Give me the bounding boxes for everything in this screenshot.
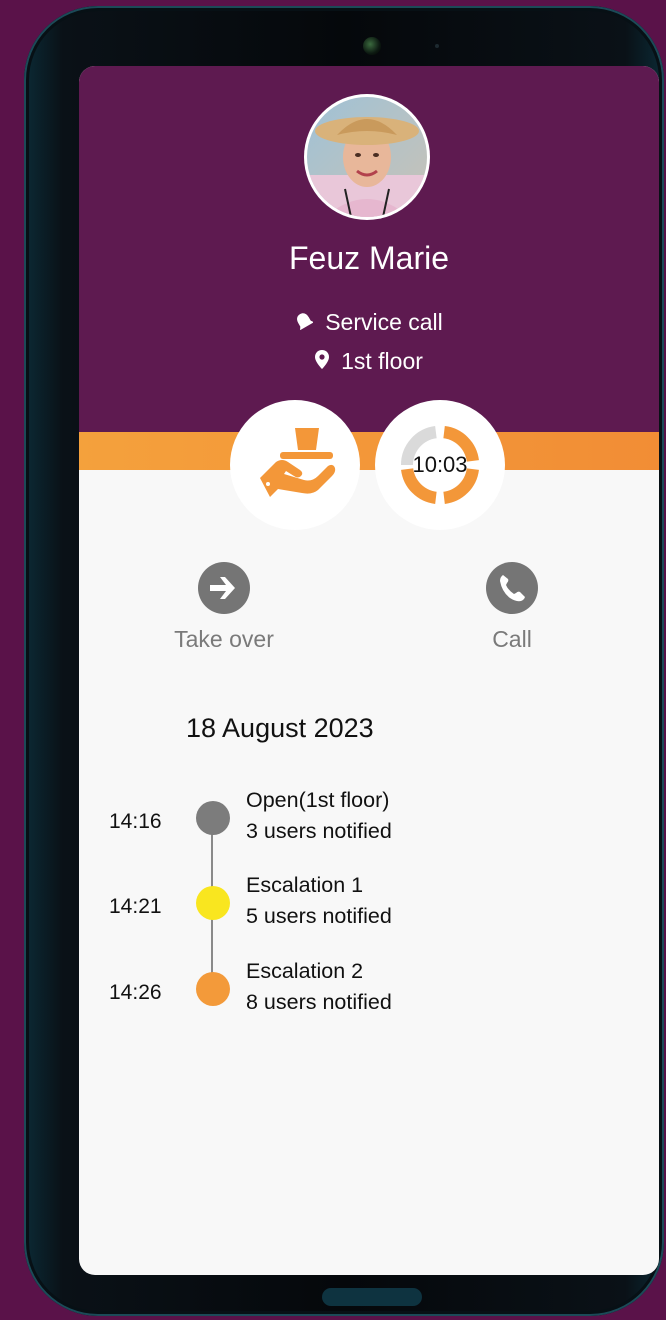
bell-icon [295, 309, 315, 336]
avatar-photo [307, 97, 427, 217]
take-over-label: Take over [174, 626, 274, 652]
timeline-event: 14:26 Escalation 2 8 users notified [79, 959, 659, 1029]
event-detail: 8 users notified [246, 990, 392, 1014]
app-screen: Feuz Marie Service call 1st floor 10:03 … [79, 66, 659, 1275]
phone-icon [486, 562, 538, 614]
event-detail: 5 users notified [246, 904, 392, 928]
sensor [435, 44, 439, 48]
event-detail: 3 users notified [246, 819, 392, 843]
timeline-event: 14:21 Escalation 1 5 users notified [79, 873, 659, 943]
serving-tray-icon [260, 428, 336, 497]
caller-header: Feuz Marie Service call 1st floor [79, 66, 659, 432]
event-title: Open(1st floor) [246, 788, 390, 812]
location-row: 1st floor [79, 348, 659, 375]
history-date: 18 August 2023 [186, 713, 374, 743]
status-dot [196, 801, 230, 835]
phone-frame: Feuz Marie Service call 1st floor 10:03 … [24, 6, 664, 1316]
event-time: 14:21 [109, 895, 162, 918]
arrow-right-icon [198, 562, 250, 614]
location-label: 1st floor [341, 348, 423, 374]
camera-icon [363, 37, 381, 55]
timeline-event: 14:16 Open(1st floor) 3 users notified [79, 788, 659, 858]
take-over-button[interactable]: Take over [144, 562, 304, 653]
location-pin-icon [315, 348, 330, 375]
status-band [79, 432, 659, 470]
event-time: 14:26 [109, 981, 162, 1004]
timer-value: 10:03 [412, 452, 468, 477]
event-title: Escalation 2 [246, 959, 364, 983]
avatar [304, 94, 430, 220]
elapsed-timer: 10:03 [375, 400, 505, 530]
caller-name: Feuz Marie [288, 240, 450, 276]
call-type-label: Service call [325, 309, 443, 335]
call-type-row: Service call [79, 309, 659, 336]
status-dot [196, 972, 230, 1006]
home-indicator[interactable] [322, 1288, 422, 1306]
call-label: Call [492, 626, 532, 652]
service-tray-button[interactable] [230, 400, 360, 530]
event-title: Escalation 1 [246, 873, 364, 897]
call-button[interactable]: Call [432, 562, 592, 653]
event-time: 14:16 [109, 810, 162, 833]
status-dot [196, 886, 230, 920]
